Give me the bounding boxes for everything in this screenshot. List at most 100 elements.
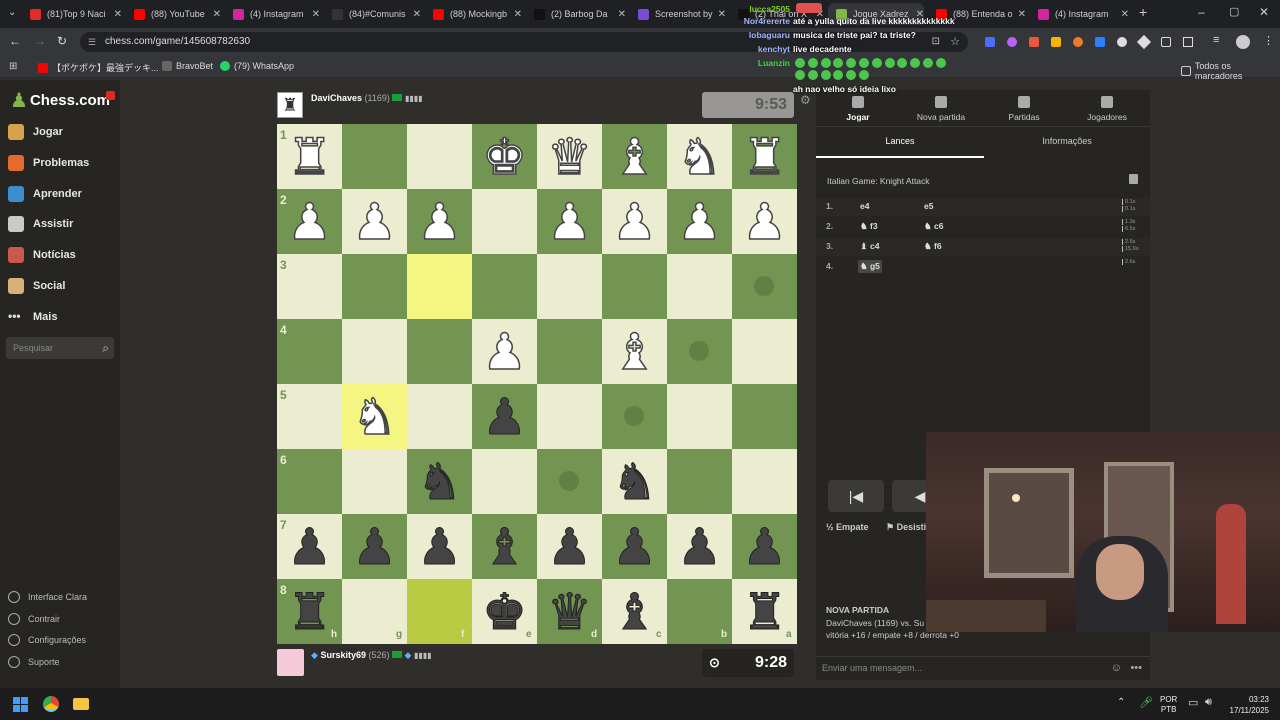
bookmark-item[interactable]: 【ポケポケ】最強デッキ... bbox=[38, 61, 159, 74]
bookmark-star-icon[interactable]: ☆ bbox=[950, 32, 960, 52]
browser-tab[interactable]: Screenshot by ✕ bbox=[630, 3, 726, 25]
reload-icon[interactable]: ↻ bbox=[57, 34, 67, 48]
black-pawn[interactable]: ♟ bbox=[472, 384, 537, 449]
board-square[interactable] bbox=[537, 254, 602, 319]
panel-tab-plus-square[interactable]: Nova partida bbox=[901, 96, 981, 122]
move-hint[interactable] bbox=[689, 341, 709, 361]
black-rook[interactable]: ♜ bbox=[277, 579, 342, 644]
reading-list-icon[interactable]: ≡ bbox=[1213, 34, 1219, 46]
browser-tab[interactable]: (84)#Comunis ✕ bbox=[324, 3, 421, 25]
white-rook[interactable]: ♜ bbox=[277, 124, 342, 189]
extension-icon[interactable] bbox=[1029, 37, 1039, 47]
black-pawn[interactable]: ♟ bbox=[537, 514, 602, 579]
chrome-taskbar-icon[interactable] bbox=[43, 696, 59, 712]
opening-name[interactable]: Italian Game: Knight Attack bbox=[827, 176, 930, 186]
board-square[interactable] bbox=[342, 254, 407, 319]
browser-tab[interactable]: (81)Top 9 Naci ✕ bbox=[22, 3, 122, 25]
black-pawn[interactable]: ♟ bbox=[732, 514, 797, 579]
black-pawn[interactable]: ♟ bbox=[277, 514, 342, 579]
close-tab-icon[interactable]: ✕ bbox=[413, 9, 421, 20]
white-rook[interactable]: ♜ bbox=[732, 124, 797, 189]
black-queen[interactable]: ♛ bbox=[537, 579, 602, 644]
extension-icon[interactable] bbox=[1095, 37, 1105, 47]
sidebar-item-more[interactable]: ••• Mais bbox=[8, 309, 57, 325]
board-square[interactable] bbox=[472, 189, 537, 254]
profile-avatar[interactable] bbox=[1236, 35, 1250, 49]
site-info-icon[interactable]: ☰ bbox=[88, 32, 96, 52]
move-white[interactable]: ♞ g5 bbox=[858, 260, 882, 273]
black-pawn[interactable]: ♟ bbox=[407, 514, 472, 579]
clock-date[interactable]: 17/11/2025 bbox=[1225, 705, 1269, 716]
browser-tab[interactable]: (88) Mockingb ✕ bbox=[425, 3, 522, 25]
close-window-button[interactable]: ✕ bbox=[1259, 5, 1269, 19]
language-indicator[interactable]: POR bbox=[1160, 695, 1177, 705]
book-icon[interactable] bbox=[1129, 174, 1138, 184]
browser-tab[interactable]: (4) Instagram ✕ bbox=[225, 3, 320, 25]
white-pawn[interactable]: ♟ bbox=[537, 189, 602, 254]
more-icon[interactable]: ••• bbox=[1130, 657, 1142, 679]
sidebar-item-assistir[interactable]: Assistir bbox=[8, 216, 73, 233]
board-square[interactable] bbox=[667, 384, 732, 449]
tab-informacoes[interactable]: Informações bbox=[984, 136, 1150, 146]
extension-icon[interactable] bbox=[1136, 34, 1152, 50]
extension-icon[interactable] bbox=[1117, 37, 1127, 47]
white-pawn[interactable]: ♟ bbox=[732, 189, 797, 254]
panel-tab-stopwatch[interactable]: Jogar bbox=[818, 96, 898, 122]
move-black[interactable]: ♞ f6 bbox=[924, 241, 942, 252]
chess-board[interactable]: 1 2 3 4 5 6 7 8 h g f e d c b a ♜ ♚ ♛ ♝ ♞ ♜ ♟ ♟ ♟ ♟ ♟ ♟ ♟ ♟ ♝ ♞ ♟ ♞ ♞ ♟ ♟ ♟ ♝ ♟… bbox=[277, 124, 797, 644]
extension-icon[interactable] bbox=[985, 37, 995, 47]
white-pawn[interactable]: ♟ bbox=[277, 189, 342, 254]
board-square[interactable] bbox=[472, 254, 537, 319]
player-name[interactable]: DaviChaves bbox=[311, 93, 362, 103]
board-square[interactable] bbox=[342, 124, 407, 189]
black-king[interactable]: ♚ bbox=[472, 579, 537, 644]
sidebar-item-jogar[interactable]: Jogar bbox=[8, 124, 63, 140]
white-knight[interactable]: ♞ bbox=[342, 384, 407, 449]
extension-icon[interactable] bbox=[1161, 37, 1171, 47]
white-pawn[interactable]: ♟ bbox=[407, 189, 472, 254]
search-icon[interactable]: ⌕ bbox=[102, 337, 109, 359]
white-knight[interactable]: ♞ bbox=[667, 124, 732, 189]
chesscom-logo[interactable]: ♟ Chess.com bbox=[10, 88, 110, 112]
browser-tab[interactable]: (4) Instagram ✕ bbox=[1030, 3, 1129, 25]
board-square[interactable] bbox=[342, 449, 407, 514]
white-pawn[interactable]: ♟ bbox=[472, 319, 537, 384]
move-hint[interactable] bbox=[559, 471, 579, 491]
move-black[interactable]: e5 bbox=[924, 201, 933, 211]
close-tab-icon[interactable]: ✕ bbox=[618, 9, 626, 20]
white-bishop[interactable]: ♝ bbox=[602, 319, 667, 384]
black-knight[interactable]: ♞ bbox=[602, 449, 667, 514]
browser-tab[interactable]: (88) YouTube ✕ bbox=[126, 3, 221, 25]
tray-chevron-icon[interactable]: ⌃ bbox=[1117, 697, 1125, 708]
board-square[interactable] bbox=[732, 449, 797, 514]
close-tab-icon[interactable]: ✕ bbox=[114, 9, 122, 20]
close-tab-icon[interactable]: ✕ bbox=[312, 9, 320, 20]
board-square[interactable] bbox=[602, 254, 667, 319]
sidebar-item-noticias[interactable]: Notícias bbox=[8, 247, 76, 264]
close-tab-icon[interactable]: ✕ bbox=[718, 9, 726, 20]
board-square[interactable] bbox=[732, 384, 797, 449]
draw-button[interactable]: ½ Empate bbox=[826, 522, 869, 532]
new-tab-button[interactable]: + bbox=[1139, 4, 1147, 20]
move-hint[interactable] bbox=[754, 276, 774, 296]
white-queen[interactable]: ♛ bbox=[537, 124, 602, 189]
menu-icon[interactable]: ⋮ bbox=[1263, 34, 1274, 47]
extension-icon[interactable] bbox=[1007, 37, 1017, 47]
start-icon[interactable] bbox=[13, 697, 28, 712]
extension-icon[interactable] bbox=[1051, 37, 1061, 47]
sidebar-item-social[interactable]: Social bbox=[8, 278, 65, 294]
avatar[interactable] bbox=[277, 649, 304, 676]
folder-taskbar-icon[interactable] bbox=[73, 698, 89, 710]
board-square[interactable] bbox=[667, 254, 732, 319]
resign-button[interactable]: ⚑ Desisti bbox=[886, 522, 926, 533]
apps-icon[interactable]: ⊞ bbox=[9, 61, 17, 72]
maximize-button[interactable]: ▢ bbox=[1229, 5, 1239, 18]
network-icon[interactable]: ▭ bbox=[1188, 696, 1198, 709]
panel-tab-players[interactable]: Jogadores bbox=[1067, 96, 1147, 122]
board-square[interactable] bbox=[667, 449, 732, 514]
move-white[interactable]: ♞ f3 bbox=[858, 220, 880, 233]
board-square[interactable] bbox=[537, 319, 602, 384]
white-pawn[interactable]: ♟ bbox=[602, 189, 667, 254]
chat-input[interactable]: Enviar uma mensagem... ☺ ••• bbox=[816, 656, 1150, 678]
black-pawn[interactable]: ♟ bbox=[667, 514, 732, 579]
